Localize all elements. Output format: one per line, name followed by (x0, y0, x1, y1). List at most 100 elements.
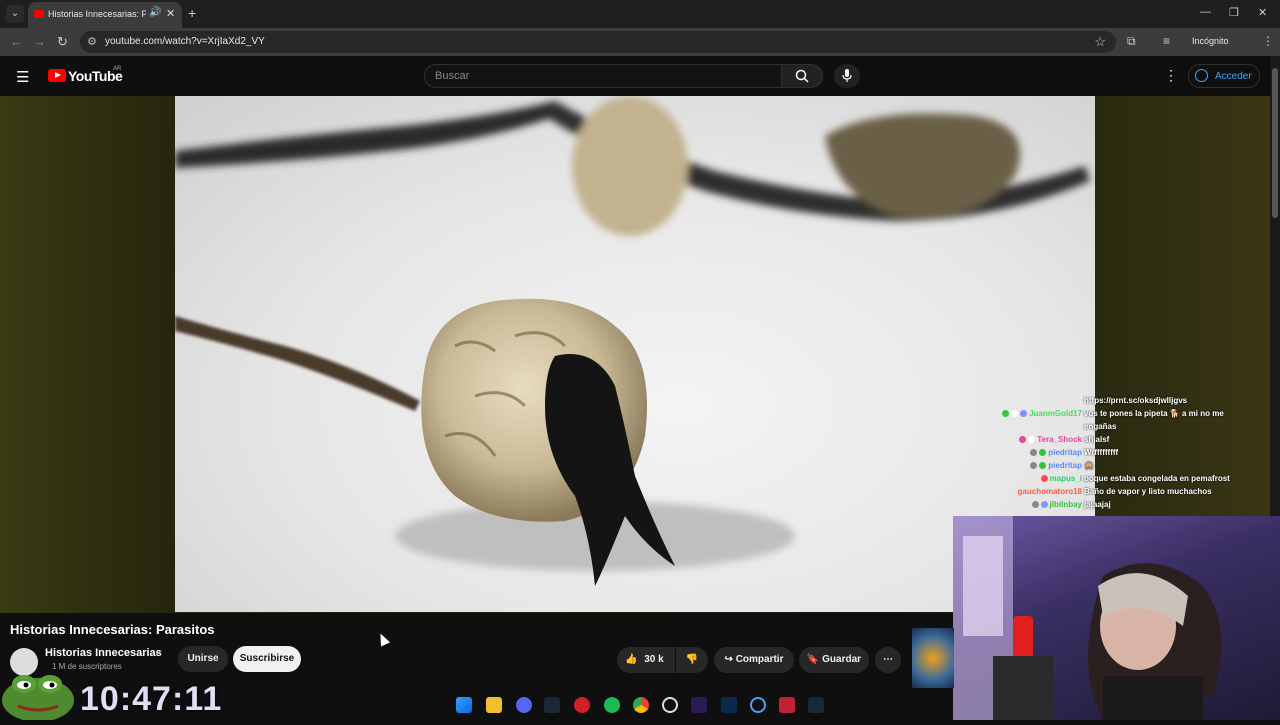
bookmark-icon: 🔖 (806, 654, 820, 665)
chat-badge-icon (1019, 436, 1027, 444)
chat-message: piedritap 🙊 (980, 461, 1270, 474)
photoshop-icon[interactable] (721, 697, 737, 713)
obs-icon[interactable] (662, 697, 678, 713)
app-red-icon[interactable] (574, 697, 590, 713)
chat-badge-icon (1002, 410, 1010, 418)
youtube-favicon-icon (34, 10, 44, 18)
steam-icon[interactable] (544, 697, 560, 713)
chat-username[interactable]: piedritap (1030, 461, 1082, 470)
windows-taskbar (446, 692, 840, 718)
chat-badge-icon (1040, 501, 1048, 509)
chat-badge-icon (1030, 462, 1038, 470)
search-button[interactable] (781, 64, 823, 88)
speaker-icon[interactable]: 🔊 (149, 7, 161, 18)
minimize-icon[interactable]: — (1200, 6, 1211, 18)
share-button[interactable]: ↪ Compartir (714, 647, 794, 673)
sign-in-button[interactable]: Acceder (1188, 64, 1260, 88)
chat-username-text: piedritap (1048, 448, 1082, 457)
search-placeholder: Buscar (435, 70, 470, 82)
premiere-icon[interactable] (691, 697, 707, 713)
browser-tabstrip: ⌄ Historias Innecesarias: Paras 🔊 ✕ + — … (0, 0, 1280, 28)
chat-message-text: poque estaba congelada en pemafrost (1084, 474, 1230, 483)
chat-username[interactable]: Tera_Shock (1019, 435, 1082, 444)
recommended-video-thumbnail[interactable] (912, 628, 954, 688)
pepe-frog-icon (2, 675, 74, 722)
search-input[interactable]: Buscar (424, 64, 782, 88)
chat-badge-icon (1028, 436, 1036, 444)
chat-username-text: piedritap (1048, 461, 1082, 470)
frog-emote-image (0, 660, 76, 722)
save-button[interactable]: 🔖 Guardar (799, 647, 869, 673)
discord-icon[interactable] (516, 697, 532, 713)
site-info-icon[interactable]: ⚙ (87, 35, 97, 48)
chat-message: engañas (980, 422, 1270, 435)
youtube-logo-icon[interactable] (48, 69, 66, 82)
chat-badge-icon (1030, 449, 1038, 457)
voicemod-icon[interactable] (779, 697, 795, 713)
save-label: Guardar (822, 654, 862, 665)
chat-message: mapus_i poque estaba congelada en pemafro… (980, 474, 1270, 487)
share-label: Compartir (735, 654, 784, 665)
restore-icon[interactable]: ❐ (1229, 6, 1239, 19)
stream-chat: https://prnt.sc/oksdjwlljgvs JuanmGold17 v… (980, 396, 1270, 513)
chat-badge-icon (1031, 501, 1039, 509)
reading-list-icon[interactable]: ≡ (1163, 34, 1170, 48)
file-explorer-icon[interactable] (486, 697, 502, 713)
chat-message-text: shjalsf (1084, 435, 1110, 444)
window-close-icon[interactable]: ✕ (1258, 6, 1267, 19)
chat-message: https://prnt.sc/oksdjwlljgvs (980, 396, 1270, 409)
channel-name[interactable]: Historias Innecesarias (45, 647, 162, 659)
tab-close-icon[interactable]: ✕ (166, 7, 175, 20)
mouse-cursor (375, 631, 391, 647)
settings-kebab-icon[interactable]: ⋮ (1164, 67, 1178, 84)
webcam-image (953, 516, 1221, 720)
more-actions-icon[interactable]: ⋯ (875, 647, 901, 673)
dislike-button[interactable]: 👎 (676, 647, 708, 673)
incognito-label[interactable]: Incógnito (1192, 36, 1229, 46)
reload-icon[interactable]: ↻ (57, 34, 68, 50)
start-menu-icon[interactable] (456, 697, 472, 713)
bookmark-star-icon[interactable]: ☆ (1094, 34, 1106, 50)
forward-arrow-icon[interactable]: → (33, 34, 46, 49)
thumbs-up-icon: 👍 (625, 654, 638, 665)
chat-message-text: Baño de vapor y listo muchachos (1084, 487, 1212, 496)
chat-username[interactable]: JuanmGold17 (1002, 409, 1082, 418)
hamburger-menu-icon[interactable]: ☰ (16, 68, 29, 86)
subscribe-button[interactable]: Suscribirse (233, 646, 301, 672)
browser-toolbar: ← → ↻ ⚙ youtube.com/watch?v=XrjIaXd2_VY … (0, 28, 1280, 56)
steam-secondary-icon[interactable] (808, 697, 824, 713)
scrollbar-thumb[interactable] (1272, 68, 1278, 218)
video-title: Historias Innecesarias: Parasitos (10, 622, 215, 637)
chat-message-text: Wtfffffffff (1084, 448, 1119, 457)
chat-username[interactable]: jlbilnbay (1031, 500, 1082, 509)
chat-message: Tera_Shock shjalsf (980, 435, 1270, 448)
chat-username[interactable]: piedritap (1030, 448, 1082, 457)
browser-tab[interactable]: Historias Innecesarias: Paras 🔊 ✕ (28, 2, 182, 28)
browser-menu-icon[interactable]: ⋮ (1262, 34, 1274, 48)
thumbs-down-icon: 👎 (685, 654, 699, 665)
chat-username[interactable]: gauchomatoro18 (1018, 487, 1082, 496)
chat-message-text: jajaajaj (1084, 500, 1111, 509)
youtube-header: ☰ YouTube AR Buscar ⋮ Acceder (0, 56, 1270, 96)
extensions-icon[interactable]: ⧉ (1127, 34, 1136, 49)
like-count: 30 k (644, 654, 664, 665)
like-button[interactable]: 👍 30 k (617, 647, 675, 673)
chat-badge-icon (1039, 449, 1047, 457)
stream-timer: 10:47:11 (80, 680, 223, 718)
country-code: AR (113, 66, 122, 72)
app-c-icon[interactable] (750, 697, 766, 713)
microphone-button[interactable] (834, 64, 860, 88)
chat-message-text: engañas (1084, 422, 1117, 431)
tab-search-chevron-icon[interactable]: ⌄ (6, 5, 24, 23)
back-arrow-icon[interactable]: ← (10, 34, 23, 49)
chat-username[interactable]: mapus_i (1040, 474, 1082, 483)
address-bar[interactable]: ⚙ youtube.com/watch?v=XrjIaXd2_VY ☆ (80, 31, 1116, 53)
spotify-icon[interactable] (604, 697, 620, 713)
new-tab-icon[interactable]: + (188, 5, 196, 21)
chat-message: gauchomatoro18 Baño de vapor y listo much… (980, 487, 1270, 500)
chat-message-text: vos te pones la pipeta 🐕 a mi no me (1084, 409, 1224, 418)
join-button[interactable]: Unirse (178, 646, 228, 672)
chat-username-text: gauchomatoro18 (1017, 487, 1082, 496)
chat-badge-icon (1040, 475, 1048, 483)
chrome-icon[interactable] (633, 697, 649, 713)
